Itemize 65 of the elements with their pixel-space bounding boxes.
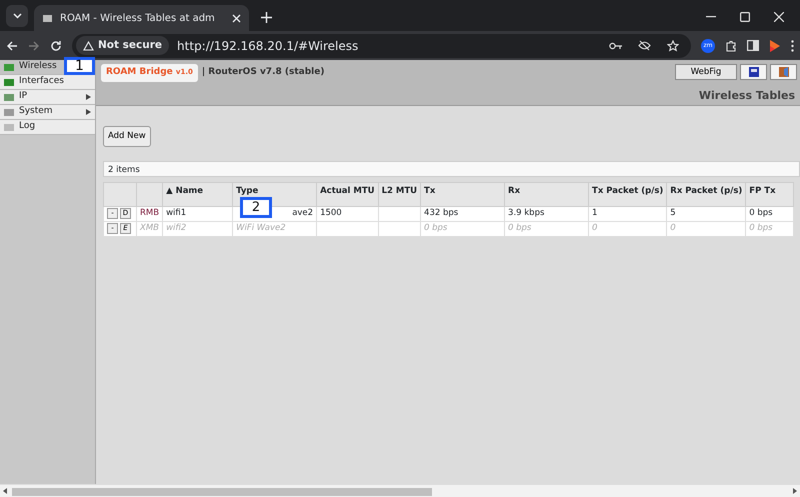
page-title: Wireless Tables bbox=[698, 88, 795, 104]
sidebar-item[interactable]: IP bbox=[0, 90, 95, 105]
table-cell: 0 bps bbox=[749, 208, 773, 218]
table-cell: 0 bps bbox=[424, 223, 448, 234]
tab-search-button[interactable] bbox=[6, 5, 28, 27]
puzzle-icon[interactable] bbox=[725, 40, 737, 52]
column-header[interactable]: Actual MTU bbox=[316, 182, 378, 206]
column-header[interactable]: L2 MTU bbox=[378, 182, 421, 206]
callout-tooltip: 1 bbox=[64, 57, 95, 75]
new-tab-icon[interactable] bbox=[261, 12, 272, 23]
column-header[interactable]: Tx bbox=[420, 182, 505, 206]
column-header[interactable]: Tx Packet (p/s) bbox=[588, 182, 667, 206]
table-cell: wifi2 bbox=[166, 223, 186, 234]
column-header[interactable]: Rx Packet (p/s) bbox=[666, 182, 746, 206]
table-cell: 3.9 kbps bbox=[508, 208, 544, 218]
door-icon bbox=[778, 67, 788, 77]
close-icon[interactable] bbox=[774, 12, 784, 22]
browser-tab[interactable]: ROAM - Wireless Tables at adm bbox=[34, 5, 249, 31]
column-header[interactable]: Rx bbox=[504, 182, 589, 206]
chevron-icon bbox=[12, 13, 22, 19]
table-cell: 0 bbox=[670, 223, 676, 234]
table-cell: 432 bps bbox=[424, 208, 458, 218]
webfig-button[interactable]: WebFig bbox=[675, 64, 737, 80]
column-header[interactable]: FP Tx bbox=[746, 182, 794, 206]
key-icon[interactable] bbox=[609, 42, 622, 50]
sidebar-item[interactable]: Log bbox=[0, 120, 95, 135]
table-cell: 5 bbox=[670, 208, 676, 218]
table-cell: 1500 bbox=[320, 208, 342, 218]
table-cell: 1 bbox=[592, 208, 598, 218]
menu-icon[interactable] bbox=[791, 40, 794, 52]
table-cell: RMB bbox=[140, 208, 160, 218]
play-icon[interactable] bbox=[769, 39, 781, 52]
item-count: 2 items bbox=[103, 160, 800, 177]
table-cell: 0 bps bbox=[508, 223, 532, 234]
table-cell: wifi1 bbox=[166, 208, 186, 218]
url-text[interactable]: http://192.168.20.1/#Wireless bbox=[177, 36, 358, 54]
star-icon[interactable] bbox=[667, 40, 679, 52]
terminal-icon bbox=[748, 67, 758, 77]
maximize-icon[interactable] bbox=[740, 12, 750, 22]
scroll-left-icon[interactable] bbox=[3, 488, 7, 494]
callout-tooltip: 2 bbox=[240, 197, 272, 218]
reload-icon[interactable] bbox=[50, 40, 62, 52]
os-version: | RouterOS v7.8 (stable) bbox=[202, 66, 324, 79]
column-header[interactable]: ▲ Name bbox=[162, 182, 233, 206]
terminal-button[interactable] bbox=[740, 64, 767, 80]
forward-icon[interactable] bbox=[28, 40, 40, 52]
back-icon[interactable] bbox=[6, 40, 18, 52]
security-indicator[interactable]: Not secure bbox=[76, 36, 170, 56]
logout-button[interactable] bbox=[770, 64, 797, 80]
eye-slash-icon[interactable] bbox=[638, 40, 651, 51]
warning-icon bbox=[83, 40, 94, 50]
close-icon[interactable] bbox=[232, 14, 241, 22]
table-cell: ave2 bbox=[292, 208, 314, 218]
tab-title: ROAM - Wireless Tables at adm bbox=[60, 12, 216, 26]
table-cell: WiFi Wave2 bbox=[236, 223, 286, 234]
horizontal-scrollbar[interactable] bbox=[0, 484, 800, 497]
table-cell: 0 bps bbox=[749, 223, 773, 234]
table-cell: XMB bbox=[140, 223, 159, 234]
side-panel-icon[interactable] bbox=[747, 40, 759, 51]
add-new-button[interactable]: Add New bbox=[103, 126, 151, 147]
scroll-right-icon[interactable] bbox=[793, 488, 797, 494]
table-cell: 0 bbox=[592, 223, 598, 234]
sidebar-item[interactable]: Interfaces bbox=[0, 75, 95, 90]
sidebar-item[interactable]: System bbox=[0, 105, 95, 120]
minimize-icon[interactable] bbox=[706, 16, 716, 18]
